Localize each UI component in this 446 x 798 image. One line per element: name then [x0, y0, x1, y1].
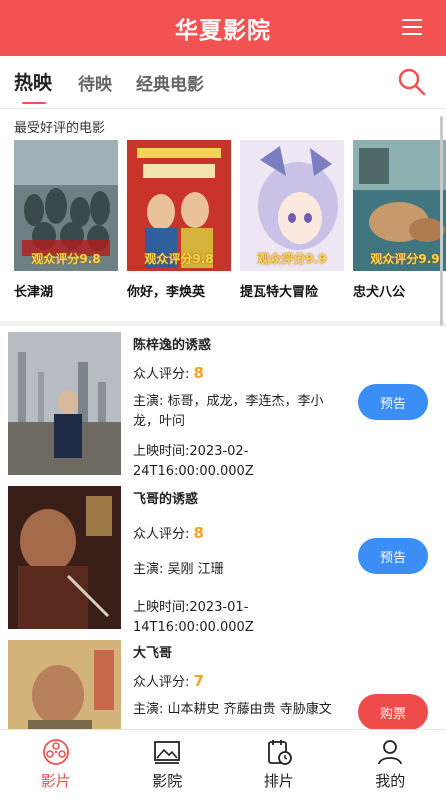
nav-label: 影片: [41, 772, 71, 790]
poster-card[interactable]: 观众评分9.8 长津湖: [14, 140, 127, 300]
movie-info: 陈梓逸的诱惑 众人评分: 8 主演: 标哥，成龙，李连杰，李小龙，叶问 上映时间…: [133, 334, 348, 482]
tab-coming-soon[interactable]: 待映: [78, 70, 112, 95]
movie-title: 飞哥的诱惑: [133, 488, 348, 507]
poster-title: 长津湖: [14, 281, 127, 300]
nav-label: 排片: [264, 772, 294, 790]
poster-title: 你好，李焕英: [127, 281, 240, 300]
app-title: 华夏影院: [175, 11, 271, 45]
movie-thumbnail[interactable]: [8, 640, 121, 730]
movie-cast: 主演: 吴刚 江珊: [133, 560, 348, 580]
poster-score: 观众评分9.9: [353, 250, 446, 267]
poster-card[interactable]: 观众评分9.8 你好，李焕英: [127, 140, 240, 300]
movie-score: 众人评分: 8: [133, 523, 348, 542]
movie-title: 大飞哥: [133, 642, 348, 661]
movie-poster[interactable]: 观众评分9.8: [127, 140, 231, 271]
score-label: 众人评分:: [133, 675, 189, 690]
user-icon: [376, 738, 404, 766]
movie-cast: 主演: 标哥，成龙，李连杰，李小龙，叶问: [133, 392, 348, 432]
cinema-screen-icon: [153, 738, 181, 766]
release-date: 上映时间:2023-02-24T16:00:00.000Z: [133, 442, 348, 482]
menu-icon[interactable]: [402, 19, 422, 35]
movie-row[interactable]: 大飞哥 众人评分: 7 主演: 山本耕史 齐藤由贵 寺胁康文 购票: [8, 634, 438, 730]
score-label: 众人评分:: [133, 527, 189, 542]
poster-card[interactable]: 观众评分9.9 忠犬八公: [353, 140, 446, 300]
movie-list: 陈梓逸的诱惑 众人评分: 8 主演: 标哥，成龙，李连杰，李小龙，叶问 上映时间…: [0, 326, 446, 730]
release-date: 上映时间:2023-01-14T16:00:00.000Z: [133, 598, 348, 638]
poster-title: 忠犬八公: [353, 281, 446, 300]
poster-card[interactable]: 观众评分9.9 提瓦特大冒险: [240, 140, 353, 300]
movie-poster[interactable]: 观众评分9.9: [240, 140, 344, 271]
poster-title: 提瓦特大冒险: [240, 281, 353, 300]
trailer-button[interactable]: 预告: [358, 538, 428, 574]
tab-now-showing[interactable]: 热映: [14, 68, 52, 95]
poster-score: 观众评分9.8: [14, 250, 118, 267]
nav-item-cinemas[interactable]: 影院: [112, 730, 224, 798]
score-value: 8: [194, 364, 204, 382]
nav-item-movies[interactable]: 影片: [0, 730, 112, 798]
section-title: 最受好评的电影: [14, 117, 105, 136]
movie-score: 众人评分: 7: [133, 671, 348, 690]
poster-score: 观众评分9.9: [240, 250, 344, 267]
scrollbar[interactable]: [440, 116, 443, 326]
movie-poster[interactable]: 观众评分9.9: [353, 140, 446, 271]
nav-item-schedule[interactable]: 排片: [223, 730, 335, 798]
movie-score: 众人评分: 8: [133, 363, 348, 382]
movie-row[interactable]: 飞哥的诱惑 众人评分: 8 主演: 吴刚 江珊 上映时间:2023-01-14T…: [8, 480, 438, 626]
category-tabs: 热映 待映 经典电影: [0, 56, 446, 109]
movie-cast: 主演: 山本耕史 齐藤由贵 寺胁康文: [133, 700, 348, 720]
search-icon[interactable]: [398, 68, 426, 96]
nav-item-mine[interactable]: 我的: [335, 730, 446, 798]
movie-thumbnail[interactable]: [8, 332, 121, 475]
app-header: 华夏影院: [0, 0, 446, 56]
movie-title: 陈梓逸的诱惑: [133, 334, 348, 353]
score-value: 7: [194, 672, 204, 690]
score-label: 众人评分:: [133, 367, 189, 382]
trailer-button[interactable]: 预告: [358, 384, 428, 420]
active-tab-indicator: [22, 102, 46, 104]
bottom-navigation: 影片 影院 排片 我的: [0, 729, 446, 798]
tab-classic-movies[interactable]: 经典电影: [136, 70, 204, 95]
score-value: 8: [194, 524, 204, 542]
nav-label: 我的: [375, 772, 405, 790]
top-rated-carousel[interactable]: 观众评分9.8 长津湖 观众评分9.8 你好，李焕英: [14, 140, 446, 300]
top-rated-section: 最受好评的电影 观众评分9.8 长津湖: [0, 109, 446, 321]
buy-ticket-button[interactable]: 购票: [358, 694, 428, 730]
poster-score: 观众评分9.8: [127, 250, 231, 267]
movie-row[interactable]: 陈梓逸的诱惑 众人评分: 8 主演: 标哥，成龙，李连杰，李小龙，叶问 上映时间…: [8, 326, 438, 472]
nav-label: 影院: [152, 772, 182, 790]
schedule-icon: [265, 738, 293, 766]
movie-thumbnail[interactable]: [8, 486, 121, 629]
film-reel-icon: [42, 738, 70, 766]
movie-info: 大飞哥 众人评分: 7 主演: 山本耕史 齐藤由贵 寺胁康文: [133, 642, 348, 720]
movie-poster[interactable]: 观众评分9.8: [14, 140, 118, 271]
movie-info: 飞哥的诱惑 众人评分: 8 主演: 吴刚 江珊 上映时间:2023-01-14T…: [133, 488, 348, 638]
